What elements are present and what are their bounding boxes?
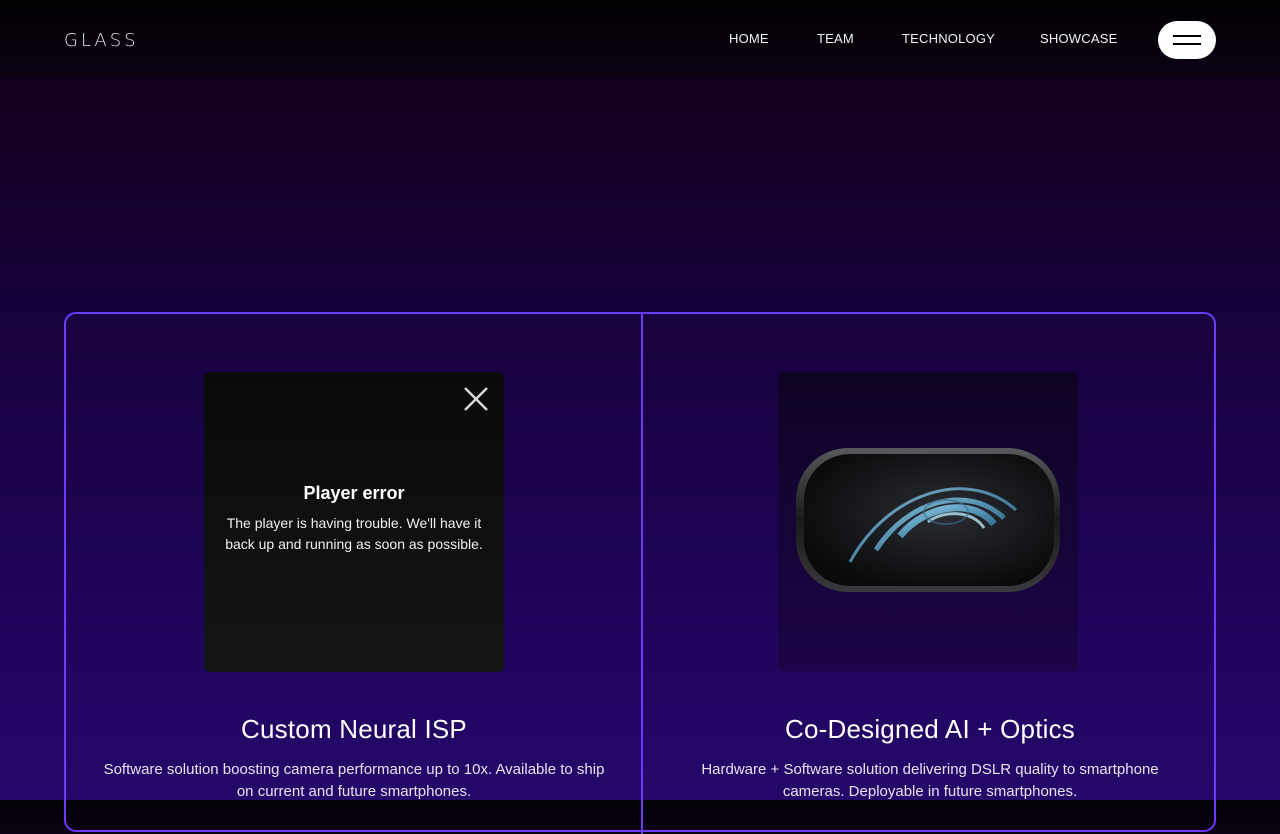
player-error-title: Player error xyxy=(303,483,405,503)
player-error-message: The player is having trouble. We'll have… xyxy=(225,515,483,552)
feature-cards: Player error The player is having troubl… xyxy=(64,312,1216,834)
card-divider xyxy=(641,314,643,834)
camera-lens-image xyxy=(778,372,1078,672)
glass-logo[interactable]: GLASS xyxy=(64,30,139,51)
hamburger-line-top xyxy=(1173,35,1201,37)
hamburger-line-bottom xyxy=(1173,43,1201,45)
nav-team-link[interactable]: TEAM xyxy=(817,31,854,46)
player-close-button[interactable] xyxy=(462,385,490,413)
nav-showcase-link[interactable]: SHOWCASE xyxy=(1040,31,1117,46)
camera-lens-illustration xyxy=(796,448,1060,592)
nav-technology-link[interactable]: TECHNOLOGY xyxy=(902,31,995,46)
card-description-neural-isp: Software solution boosting camera perfor… xyxy=(103,761,605,800)
close-icon xyxy=(464,387,488,411)
menu-button[interactable] xyxy=(1158,21,1216,59)
top-navigation-bar: GLASS HOME TEAM TECHNOLOGY SHOWCASE xyxy=(0,0,1280,78)
video-player[interactable]: Player error The player is having troubl… xyxy=(204,372,504,672)
card-title-neural-isp: Custom Neural ISP xyxy=(241,714,467,744)
card-description-ai-optics: Hardware + Software solution delivering … xyxy=(701,761,1159,800)
nav-home-link[interactable]: HOME xyxy=(729,31,769,46)
card-title-ai-optics: Co-Designed AI + Optics xyxy=(784,714,1076,744)
